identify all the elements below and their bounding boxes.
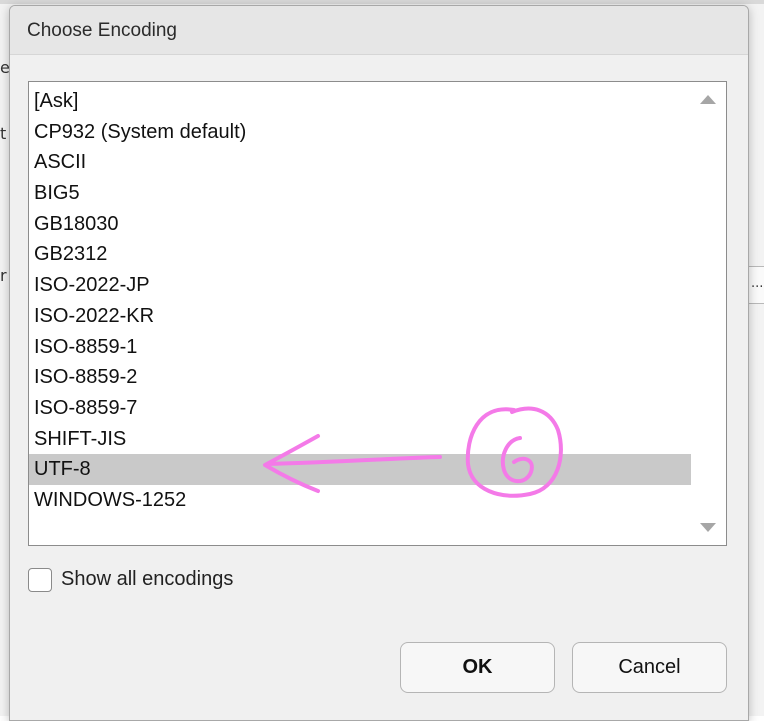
encoding-listbox[interactable]: [Ask] CP932 (System default) ASCII BIG5 GB18… [28,81,727,546]
show-all-encodings-checkbox[interactable] [28,568,52,592]
dialog-titlebar[interactable]: Choose Encoding [10,6,748,55]
choose-encoding-dialog: Choose Encoding [Ask] CP932 (System defau… [9,5,749,721]
dialog-title: Choose Encoding [27,20,177,41]
ok-button[interactable]: OK [400,642,555,693]
scroll-up-arrow-icon[interactable] [700,95,716,104]
encoding-option[interactable]: ISO-2022-KR [29,301,691,332]
encoding-option[interactable]: BIG5 [29,178,691,209]
encoding-option[interactable]: ISO-8859-7 [29,393,691,424]
encoding-option[interactable]: GB2312 [29,239,691,270]
encoding-option[interactable]: WINDOWS-1252 [29,485,691,516]
background-browse-button[interactable]: ... [748,266,764,304]
encoding-option[interactable]: SHIFT-JIS [29,424,691,455]
encoding-list: [Ask] CP932 (System default) ASCII BIG5 GB18… [29,86,691,516]
encoding-option[interactable]: ISO-8859-2 [29,362,691,393]
background-top-edge [0,0,764,4]
background-text-fragment: r [0,266,7,285]
encoding-option[interactable]: [Ask] [29,86,691,117]
encoding-option[interactable]: ISO-2022-JP [29,270,691,301]
cancel-button[interactable]: Cancel [572,642,727,693]
show-all-encodings-label[interactable]: Show all encodings [61,568,233,591]
encoding-option[interactable]: ASCII [29,147,691,178]
encoding-option[interactable]: CP932 (System default) [29,117,691,148]
scroll-down-arrow-icon[interactable] [700,523,716,532]
encoding-option[interactable]: UTF-8 [29,454,691,485]
background-text-fragment: t [0,124,7,143]
encoding-option[interactable]: GB18030 [29,209,691,240]
encoding-option[interactable]: ISO-8859-1 [29,332,691,363]
